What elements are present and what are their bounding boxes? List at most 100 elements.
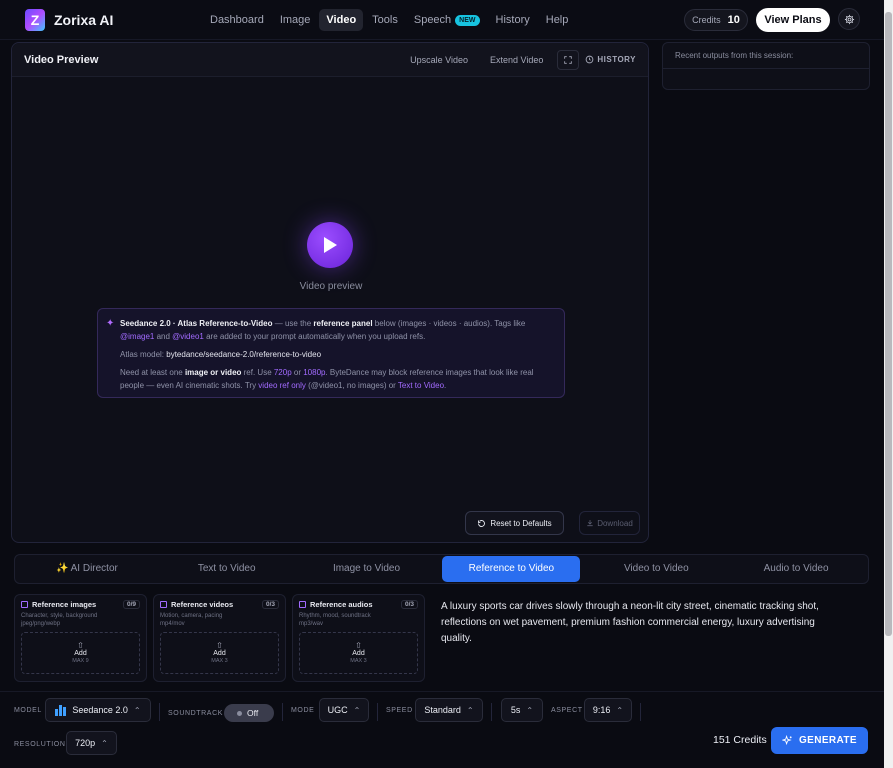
aspect-value: 9:16 <box>592 705 611 715</box>
info-warning: Need at least one image or video ref. Us… <box>120 366 554 392</box>
nav-item-image[interactable]: Image <box>273 9 318 31</box>
nav-item-speech[interactable]: Speech NEW <box>407 9 487 31</box>
model-icon <box>55 704 67 716</box>
chevron-up-icon: ⌃ <box>526 705 534 715</box>
settings-button[interactable] <box>838 8 860 30</box>
generate-label: GENERATE <box>798 735 858 746</box>
mode-select[interactable]: UGC ⌃ <box>319 698 369 722</box>
extend-video-button[interactable]: Extend Video <box>482 55 551 65</box>
tab-audio-to-video[interactable]: Audio to Video <box>726 556 866 582</box>
chevron-up-icon: ⌃ <box>616 705 624 715</box>
resolution-value: 720p <box>75 738 96 748</box>
add-reference-video-button[interactable]: ⇧ Add MAX 3 <box>160 632 279 674</box>
reference-images-card: Reference images 0/9 Character, style, b… <box>14 594 147 682</box>
tab-text-to-video[interactable]: Text to Video <box>157 556 297 582</box>
brand-logo[interactable]: Z <box>25 9 45 31</box>
history-icon <box>586 55 594 64</box>
nav-item-speech-label: Speech <box>413 14 452 26</box>
scrollbar-thumb[interactable] <box>885 12 892 636</box>
ref-hint: Character, style, background <box>21 613 98 619</box>
nav-item-dashboard[interactable]: Dashboard <box>203 9 271 31</box>
info-text: ref. Use <box>241 368 274 377</box>
video-icon <box>160 601 167 608</box>
info-model-value: bytedance/seedance-2.0/reference-to-vide… <box>166 350 322 359</box>
add-reference-image-button[interactable]: ⇧ Add MAX 9 <box>21 632 140 674</box>
info-model: Atlas model: bytedance/seedance-2.0/refe… <box>120 348 554 361</box>
info-title: Seedance 2.0 · Atlas Reference-to-Video <box>120 319 273 328</box>
reset-label: Reset to Defaults <box>490 518 552 528</box>
music-icon <box>299 601 306 608</box>
upscale-video-button[interactable]: Upscale Video <box>402 55 476 65</box>
duration-select[interactable]: 5s ⌃ <box>501 698 543 722</box>
tab-video-to-video[interactable]: Video to Video <box>586 556 726 582</box>
info-text: Need at least one <box>120 368 185 377</box>
ref-hint: Rhythm, mood, soundtrack <box>299 613 371 619</box>
toggle-knob <box>237 710 242 716</box>
nav-item-history[interactable]: History <box>489 9 537 31</box>
text-to-video-link[interactable]: Text to Video <box>398 381 444 390</box>
soundtrack-value: Off <box>247 708 259 718</box>
fullscreen-button[interactable] <box>557 49 580 70</box>
preview-title: Video Preview <box>24 53 99 66</box>
reset-icon <box>478 519 486 527</box>
ref-description: Rhythm, mood, soundtrack mp3/wav <box>299 612 418 629</box>
max-label: MAX 9 <box>72 658 89 664</box>
download-icon <box>587 520 593 527</box>
credits-label: Credits <box>692 15 721 25</box>
soundtrack-toggle[interactable]: Off <box>224 704 274 722</box>
info-text: are added to your prompt automatically w… <box>203 332 426 341</box>
aspect-select[interactable]: 9:16 ⌃ <box>584 698 632 722</box>
tab-ai-director[interactable]: ✨ AI Director <box>17 556 157 582</box>
download-button[interactable]: Download <box>579 511 640 535</box>
add-label: Add <box>352 650 365 657</box>
separator <box>282 703 283 721</box>
video-preview-panel: Video Preview Upscale Video Extend Video… <box>11 42 649 543</box>
model-select[interactable]: Seedance 2.0 ⌃ <box>45 698 151 722</box>
nav-item-video[interactable]: Video <box>319 9 364 31</box>
ref-description: Motion, camera, pacing mp4/mov <box>160 612 279 629</box>
page-scrollbar[interactable] <box>884 0 893 768</box>
view-plans-button[interactable]: View Plans <box>756 8 830 32</box>
mode-tabs: ✨ AI Director Text to Video Image to Vid… <box>14 554 869 584</box>
brand-name[interactable]: Zorixa AI <box>54 12 113 28</box>
prompt-textarea[interactable]: A luxury sports car drives slowly throug… <box>432 594 842 682</box>
info-intro: Seedance 2.0 · Atlas Reference-to-Video … <box>120 317 554 343</box>
ref-description: Character, style, background jpeg/png/we… <box>21 612 140 629</box>
tab-reference-to-video[interactable]: Reference to Video <box>442 556 581 582</box>
resolution-select[interactable]: 720p ⌃ <box>66 731 117 755</box>
preview-actions: Upscale Video Extend Video HISTORY <box>402 49 636 70</box>
credits-indicator[interactable]: Credits 10 <box>684 9 748 31</box>
expand-icon <box>564 55 573 64</box>
download-label: Download <box>597 518 633 528</box>
play-button[interactable] <box>307 222 353 268</box>
nav-item-help[interactable]: Help <box>539 9 576 31</box>
history-button[interactable]: HISTORY <box>585 55 636 64</box>
info-text: and <box>154 332 173 341</box>
info-text: (@video1, no images) or <box>305 381 398 390</box>
max-label: MAX 3 <box>350 658 367 664</box>
controls-divider <box>0 691 884 692</box>
ref-header: Reference images 0/9 <box>21 600 140 609</box>
speed-select[interactable]: Standard ⌃ <box>415 698 483 722</box>
chevron-up-icon: ⌃ <box>133 705 141 715</box>
generate-button[interactable]: GENERATE <box>771 727 868 754</box>
upload-icon: ⇧ <box>77 641 84 650</box>
video-ref-only-link[interactable]: video ref only <box>258 381 306 390</box>
reference-panel-link: reference panel <box>313 319 373 328</box>
add-reference-audio-button[interactable]: ⇧ Add MAX 3 <box>299 632 418 674</box>
image-icon <box>21 601 28 608</box>
tab-image-to-video[interactable]: Image to Video <box>297 556 437 582</box>
ref-title: Reference images <box>32 600 97 609</box>
resolution-label: RESOLUTION <box>14 741 66 748</box>
gear-icon <box>844 14 854 24</box>
ref-title: Reference videos <box>171 600 234 609</box>
mode-value: UGC <box>327 705 348 715</box>
nav-item-tools[interactable]: Tools <box>365 9 405 31</box>
ref-formats: mp3/wav <box>299 621 324 627</box>
reset-to-defaults-button[interactable]: Reset to Defaults <box>465 511 564 535</box>
info-text: or <box>291 368 304 377</box>
info-text: — use the <box>272 319 314 328</box>
info-model-label: Atlas model: <box>120 350 167 359</box>
upload-icon: ⇧ <box>355 641 362 650</box>
chevron-up-icon: ⌃ <box>353 705 361 715</box>
